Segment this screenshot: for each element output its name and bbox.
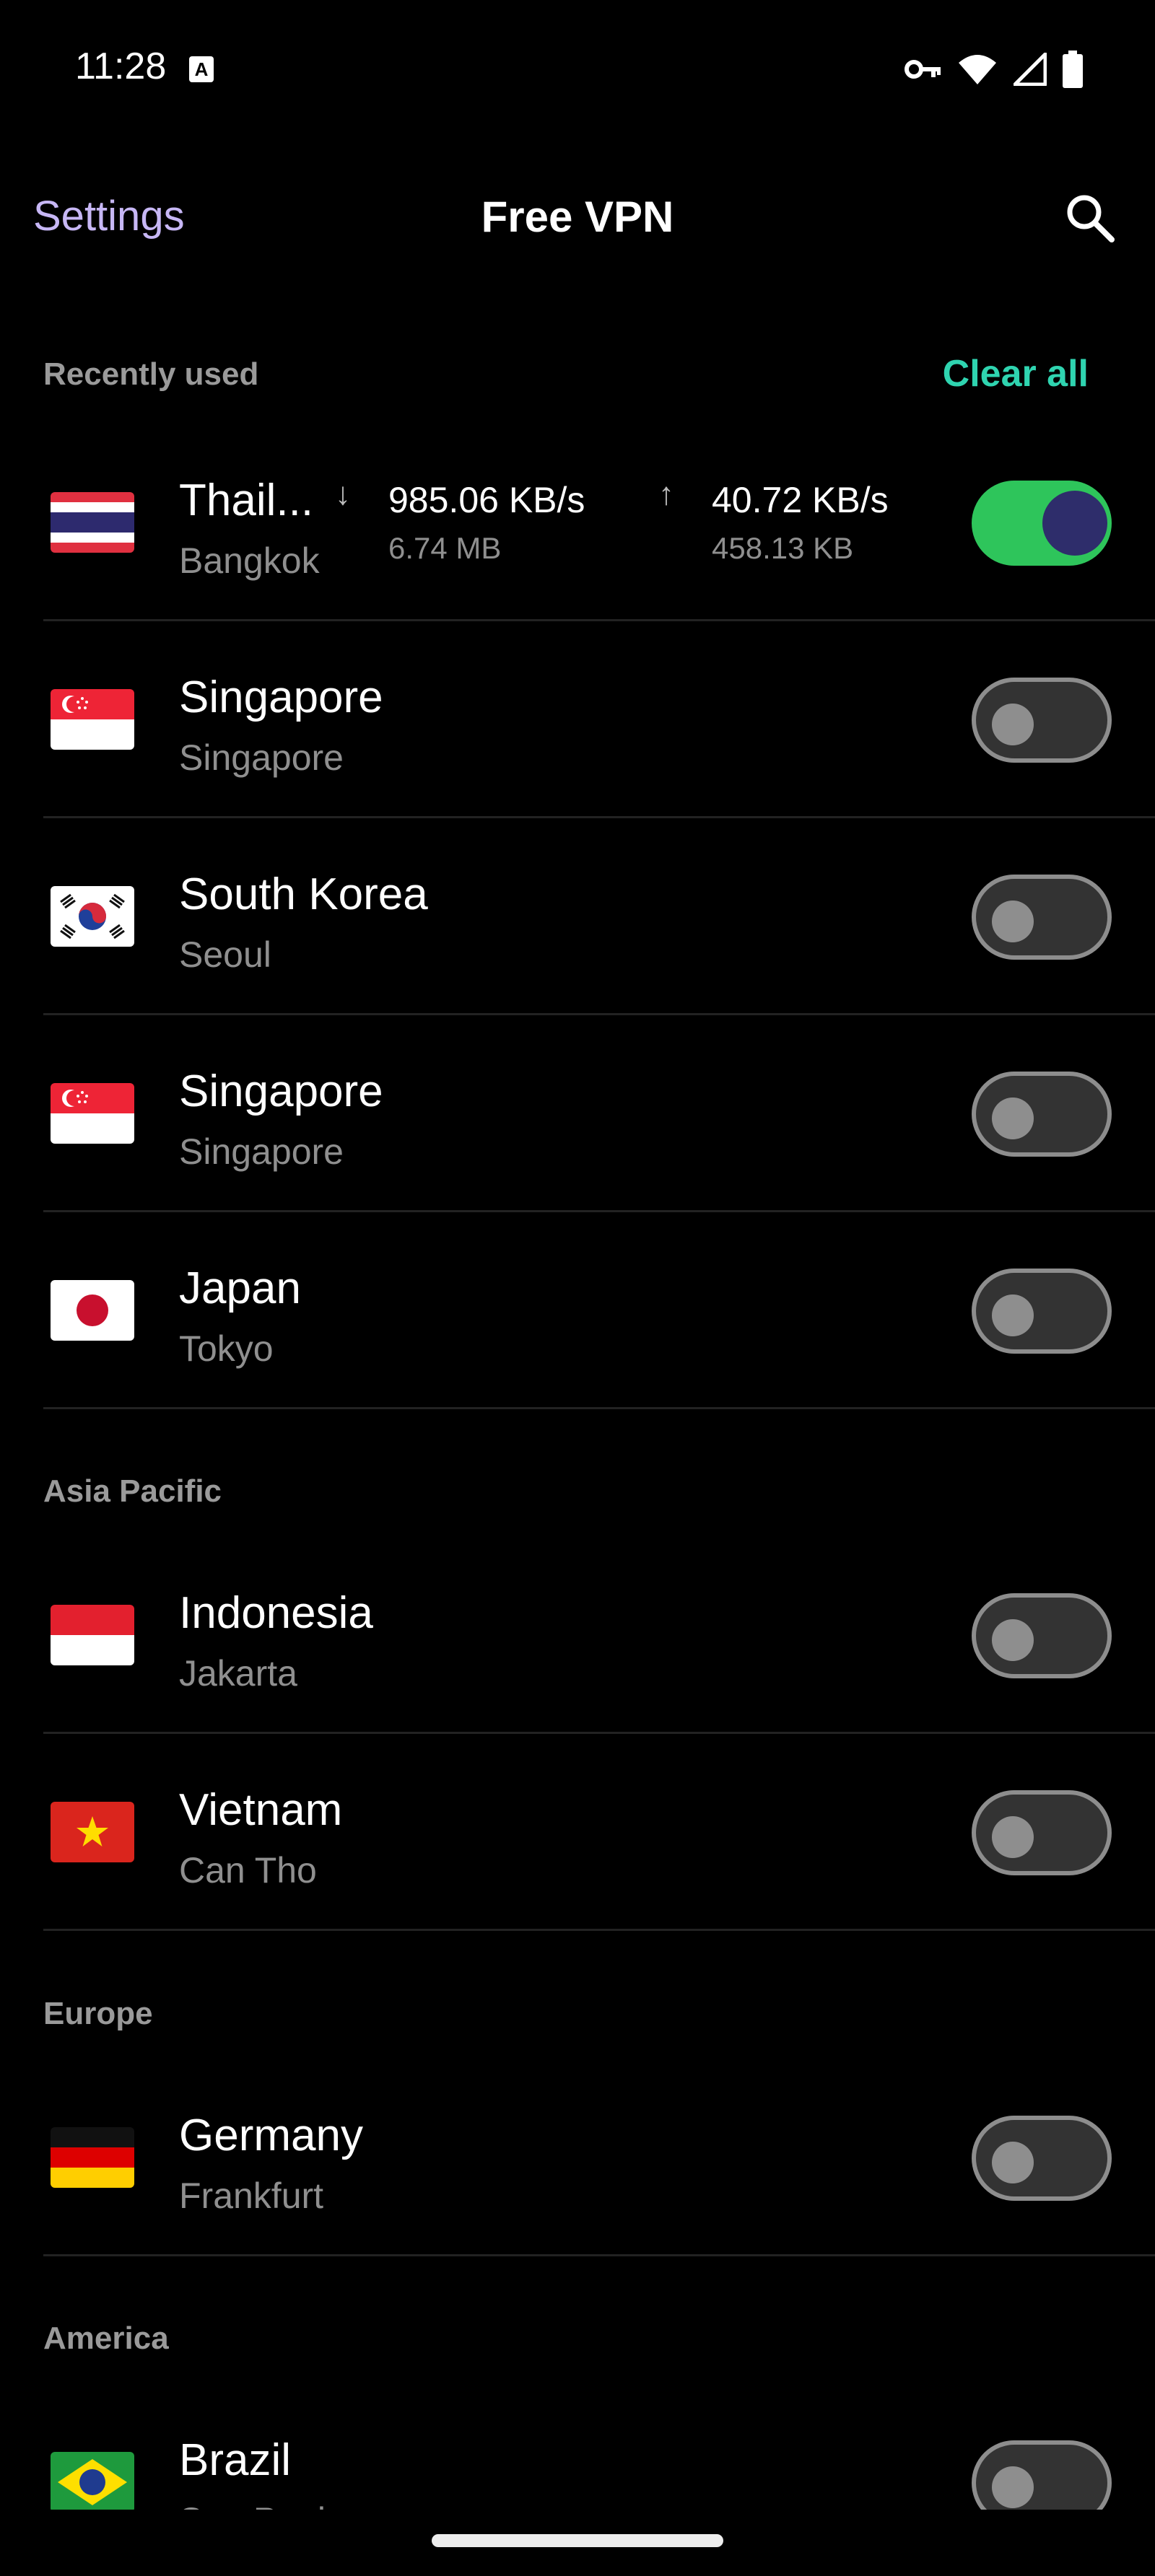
server-row-japan[interactable]: Japan Tokyo xyxy=(0,1212,1155,1409)
server-country: Indonesia xyxy=(179,1588,373,1638)
server-city: Sao Paulo xyxy=(179,2500,346,2510)
divider xyxy=(43,1407,1155,1409)
server-city: Can Tho xyxy=(179,1850,317,1891)
download-speed: 985.06 KB/s xyxy=(388,480,585,520)
connect-toggle[interactable] xyxy=(972,2116,1112,2201)
connect-toggle[interactable] xyxy=(972,481,1112,566)
server-city: Bangkok xyxy=(179,540,320,581)
status-bar: 11:28 A xyxy=(0,0,1155,137)
singapore-flag-icon xyxy=(51,689,134,750)
server-row-singapore[interactable]: Singapore Singapore xyxy=(0,621,1155,818)
server-row-indonesia[interactable]: Indonesia Jakarta xyxy=(0,1537,1155,1734)
clear-all-button[interactable]: Clear all xyxy=(943,352,1089,395)
toggle-knob xyxy=(992,1816,1034,1858)
download-arrow-icon: ↓ xyxy=(335,476,351,512)
connect-toggle[interactable] xyxy=(972,1072,1112,1157)
app-bar: Settings Free VPN xyxy=(0,166,1155,267)
wifi-icon xyxy=(959,55,996,84)
toggle-knob xyxy=(992,2142,1034,2183)
indonesia-flag-icon xyxy=(51,1605,134,1665)
vietnam-flag-icon xyxy=(51,1802,134,1862)
server-country: Germany xyxy=(179,2111,363,2160)
server-country: South Korea xyxy=(179,869,428,919)
toggle-knob xyxy=(992,704,1034,745)
server-row-germany[interactable]: Germany Frankfurt xyxy=(0,2059,1155,2256)
section-header-america: America xyxy=(43,2321,169,2356)
connect-toggle[interactable] xyxy=(972,1269,1112,1354)
search-icon xyxy=(1067,195,1115,242)
server-city: Jakarta xyxy=(179,1653,297,1694)
toggle-knob xyxy=(992,1294,1034,1336)
download-total: 6.74 MB xyxy=(388,531,502,565)
singapore-flag-icon xyxy=(51,1083,134,1144)
section-header-europe: Europe xyxy=(43,1996,153,2031)
server-row-singapore-2[interactable]: Singapore Singapore xyxy=(0,1015,1155,1212)
divider xyxy=(43,2254,1155,2256)
section-header-asia-pacific: Asia Pacific xyxy=(43,1473,222,1509)
server-city: Seoul xyxy=(179,934,271,975)
page-title: Free VPN xyxy=(481,193,674,241)
server-country: Thail... xyxy=(179,476,314,525)
battery-icon xyxy=(1063,51,1083,88)
server-country: Singapore xyxy=(179,1066,383,1116)
toggle-knob xyxy=(992,901,1034,942)
toggle-knob xyxy=(992,2466,1034,2508)
toggle-knob xyxy=(992,1619,1034,1661)
server-row-thailand[interactable]: Thail... Bangkok ↓ 985.06 KB/s 6.74 MB ↑… xyxy=(0,424,1155,621)
upload-speed: 40.72 KB/s xyxy=(712,480,889,520)
server-row-brazil[interactable]: Brazil Sao Paulo xyxy=(0,2384,1155,2510)
connect-toggle[interactable] xyxy=(972,1593,1112,1678)
connect-toggle[interactable] xyxy=(972,678,1112,763)
server-city: Singapore xyxy=(179,737,344,778)
notification-badge-icon: A xyxy=(189,56,214,82)
japan-flag-icon xyxy=(51,1280,134,1341)
upload-arrow-icon: ↑ xyxy=(658,476,674,512)
server-row-south-korea[interactable]: South Korea Seoul xyxy=(0,818,1155,1015)
server-country: Japan xyxy=(179,1263,301,1313)
south-korea-flag-icon xyxy=(51,886,134,947)
cellular-signal-icon xyxy=(1014,53,1047,86)
server-city: Singapore xyxy=(179,1131,344,1172)
server-country: Vietnam xyxy=(179,1785,343,1835)
status-icons xyxy=(904,48,1083,91)
vpn-key-icon xyxy=(905,60,941,79)
search-button[interactable] xyxy=(1061,189,1119,247)
germany-flag-icon xyxy=(51,2127,134,2188)
connect-toggle[interactable] xyxy=(972,875,1112,960)
server-city: Tokyo xyxy=(179,1328,274,1369)
section-header-recent: Recently used xyxy=(43,356,259,392)
connect-toggle[interactable] xyxy=(972,2440,1112,2510)
server-row-vietnam[interactable]: Vietnam Can Tho xyxy=(0,1734,1155,1931)
home-indicator[interactable] xyxy=(432,2534,723,2547)
toggle-knob xyxy=(1042,491,1107,556)
toggle-knob xyxy=(992,1098,1034,1139)
server-country: Singapore xyxy=(179,673,383,722)
divider xyxy=(43,1929,1155,1931)
vpn-screen: 11:28 A Settings Free VPN Recently used … xyxy=(0,0,1155,2576)
connect-toggle[interactable] xyxy=(972,1790,1112,1875)
upload-total: 458.13 KB xyxy=(712,531,854,565)
status-time: 11:28 xyxy=(75,45,167,87)
server-city: Frankfurt xyxy=(179,2176,324,2216)
thailand-flag-icon xyxy=(51,492,134,553)
brazil-flag-icon xyxy=(51,2452,134,2510)
server-country: Brazil xyxy=(179,2435,292,2485)
